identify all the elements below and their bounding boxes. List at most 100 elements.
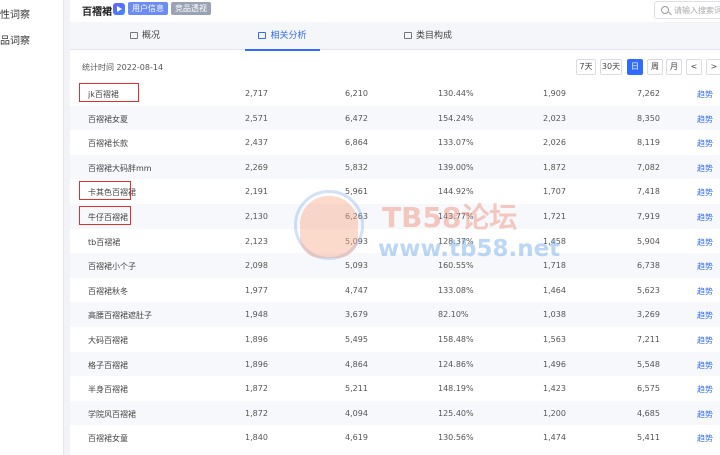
main-panel: 百褶裙 用户信息 竞品透视 请输入搜索词 概况 相关分析 类目构成 统计时间 2… bbox=[70, 0, 720, 455]
value-cell: 1,872 bbox=[245, 408, 268, 418]
range-30-days-button[interactable]: 30天 bbox=[600, 59, 622, 75]
keyword-cell: 半身百褶裙 bbox=[88, 385, 128, 395]
value-cell: 6,575 bbox=[637, 384, 660, 394]
value-cell: 6,472 bbox=[345, 113, 368, 123]
table-row: 卡其色百褶裙 2,191 5,961 144.92% 1,707 7,418 趋势 bbox=[70, 179, 720, 204]
table-row: 学院风百褶裙 1,872 4,094 125.40% 1,200 4,685 趋势 bbox=[70, 400, 720, 426]
trend-link[interactable]: 趋势 bbox=[697, 335, 713, 346]
top-bar: 百褶裙 用户信息 竞品透视 请输入搜索词 bbox=[70, 0, 720, 20]
value-cell: 82.10% bbox=[438, 310, 469, 320]
value-cell: 2,191 bbox=[245, 187, 268, 197]
range-week-button[interactable]: 周 bbox=[647, 59, 663, 75]
tab-related-analysis[interactable]: 相关分析 bbox=[235, 22, 330, 51]
trend-link[interactable]: 趋势 bbox=[697, 138, 713, 149]
trend-link[interactable]: 趋势 bbox=[697, 360, 713, 371]
value-cell: 7,082 bbox=[637, 162, 660, 172]
value-cell: 1,872 bbox=[245, 384, 268, 394]
value-cell: 2,717 bbox=[245, 89, 268, 98]
trend-link[interactable]: 趋势 bbox=[697, 114, 713, 125]
value-cell: 1,948 bbox=[245, 310, 268, 320]
value-cell: 143.77% bbox=[438, 211, 474, 221]
value-cell: 1,872 bbox=[543, 162, 566, 172]
trend-link[interactable]: 趋势 bbox=[697, 384, 713, 395]
value-cell: 6,864 bbox=[345, 138, 368, 148]
value-cell: 5,904 bbox=[637, 236, 660, 246]
range-7-days-button[interactable]: 7天 bbox=[576, 59, 596, 75]
value-cell: 4,864 bbox=[345, 359, 368, 369]
user-info-tag[interactable]: 用户信息 bbox=[128, 2, 168, 15]
value-cell: 2,023 bbox=[543, 113, 566, 123]
range-month-button[interactable]: 月 bbox=[666, 59, 682, 75]
next-date-button[interactable]: > bbox=[706, 59, 720, 75]
value-cell: 2,098 bbox=[245, 261, 268, 271]
value-cell: 7,919 bbox=[637, 211, 660, 221]
tab-label: 概况 bbox=[141, 31, 160, 41]
value-cell: 1,496 bbox=[543, 359, 566, 369]
value-cell: 7,211 bbox=[637, 334, 660, 344]
competitor-view-tag[interactable]: 竞品透视 bbox=[171, 2, 211, 15]
value-cell: 5,961 bbox=[345, 187, 368, 197]
table-row: 格子百褶裙 1,896 4,864 124.86% 1,496 5,548 趋势 bbox=[70, 351, 720, 377]
highlight-box bbox=[79, 83, 139, 102]
trend-link[interactable]: 趋势 bbox=[697, 89, 713, 100]
trend-link[interactable]: 趋势 bbox=[697, 409, 713, 420]
tab-overview[interactable]: 概况 bbox=[110, 22, 180, 50]
trend-link[interactable]: 趋势 bbox=[697, 237, 713, 248]
value-cell: 4,094 bbox=[345, 408, 368, 418]
value-cell: 7,418 bbox=[637, 187, 660, 197]
trend-link[interactable]: 趋势 bbox=[697, 212, 713, 223]
trend-link[interactable]: 趋势 bbox=[697, 261, 713, 272]
table-row: 半身百褶裙 1,872 5,211 148.19% 1,423 6,575 趋势 bbox=[70, 376, 720, 401]
highlight-box bbox=[79, 181, 131, 201]
value-cell: 5,495 bbox=[345, 334, 368, 344]
table-row: 大码百褶裙 1,896 5,495 158.48% 1,563 7,211 趋势 bbox=[70, 327, 720, 352]
value-cell: 133.07% bbox=[438, 138, 474, 148]
trend-link[interactable]: 趋势 bbox=[697, 163, 713, 174]
search-placeholder: 请输入搜索词 bbox=[674, 6, 720, 15]
toolbar: 统计时间 2022-08-14 7天 30天 日 周 月 < > bbox=[70, 54, 720, 80]
app-window: 性词察 品词察 百褶裙 用户信息 竞品透视 请输入搜索词 概况 相关分析 类目构… bbox=[0, 0, 720, 455]
sidebar-item-attribute-words[interactable]: 性词察 bbox=[0, 6, 30, 21]
value-cell: 1,721 bbox=[543, 211, 566, 221]
overview-icon bbox=[129, 32, 138, 39]
value-cell: 3,679 bbox=[345, 310, 368, 320]
video-app-icon[interactable] bbox=[113, 3, 125, 15]
table-row: tb百褶裙 2,123 5,093 128.37% 1,458 5,904 趋势 bbox=[70, 229, 720, 254]
trend-link[interactable]: 趋势 bbox=[697, 310, 713, 321]
value-cell: 3,269 bbox=[637, 310, 660, 320]
value-cell: 130.56% bbox=[438, 433, 474, 443]
table-row: 百褶裙女夏 2,571 6,472 154.24% 2,023 8,350 趋势 bbox=[70, 105, 720, 131]
keyword-cell: 百褶裙小个子 bbox=[88, 262, 136, 272]
value-cell: 1,896 bbox=[245, 359, 268, 369]
value-cell: 5,093 bbox=[345, 236, 368, 246]
value-cell: 6,210 bbox=[345, 89, 368, 98]
table-row: 百褶裙大码胖mm 2,269 5,832 139.00% 1,872 7,082 趋势 bbox=[70, 154, 720, 180]
value-cell: 4,619 bbox=[345, 433, 368, 443]
category-icon bbox=[403, 32, 412, 39]
trend-link[interactable]: 趋势 bbox=[697, 286, 713, 297]
table-row: 百褶裙女童 1,840 4,619 130.56% 1,474 5,411 趋势 bbox=[70, 425, 720, 450]
tab-category-composition[interactable]: 类目构成 bbox=[388, 22, 468, 50]
trend-link[interactable]: 趋势 bbox=[697, 433, 713, 444]
keyword-cell: 高腰百褶裙遮肚子 bbox=[88, 311, 152, 321]
value-cell: 1,896 bbox=[245, 334, 268, 344]
value-cell: 1,474 bbox=[543, 433, 566, 443]
value-cell: 5,548 bbox=[637, 359, 660, 369]
value-cell: 1,718 bbox=[543, 261, 566, 271]
value-cell: 144.92% bbox=[438, 187, 474, 197]
sidebar-item-product-words[interactable]: 品词察 bbox=[0, 32, 30, 47]
search-input[interactable]: 请输入搜索词 bbox=[654, 1, 720, 19]
tab-label: 相关分析 bbox=[270, 31, 307, 41]
value-cell: 2,269 bbox=[245, 162, 268, 172]
value-cell: 148.19% bbox=[438, 384, 474, 394]
trend-link[interactable]: 趋势 bbox=[697, 187, 713, 198]
prev-date-button[interactable]: < bbox=[686, 59, 702, 75]
value-cell: 1,464 bbox=[543, 285, 566, 295]
stat-time: 统计时间 2022-08-14 bbox=[82, 63, 164, 72]
value-cell: 1,423 bbox=[543, 384, 566, 394]
value-cell: 8,350 bbox=[637, 113, 660, 123]
keyword-cell: tb百褶裙 bbox=[88, 237, 121, 247]
range-day-button[interactable]: 日 bbox=[627, 59, 643, 75]
value-cell: 6,738 bbox=[637, 261, 660, 271]
analysis-icon bbox=[258, 32, 267, 39]
